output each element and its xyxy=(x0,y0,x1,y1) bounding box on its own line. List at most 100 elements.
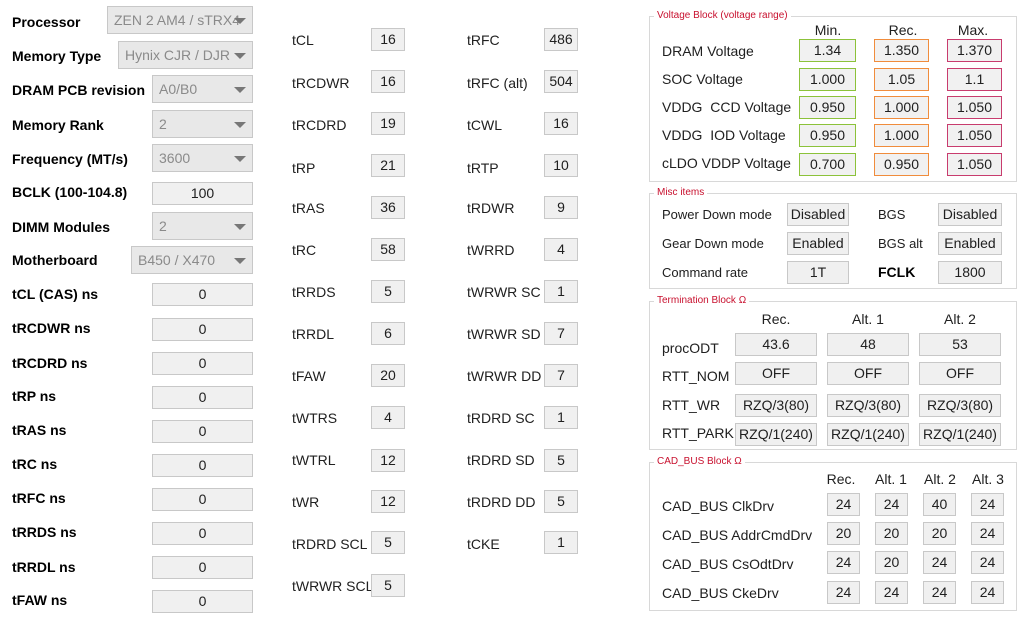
cadbus-ckedrv-alt3[interactable]: 24 xyxy=(971,581,1004,604)
twrwr-scl-input[interactable]: 5 xyxy=(371,574,405,597)
command-rate-value[interactable]: 1T xyxy=(787,261,849,284)
rtt-wr-alt2[interactable]: RZQ/3(80) xyxy=(919,394,1001,417)
bclk-input[interactable]: 100 xyxy=(152,182,253,205)
gear-down-value[interactable]: Enabled xyxy=(787,232,849,255)
tcke-input[interactable]: 1 xyxy=(544,531,578,554)
cadbus-ckedrv-alt2[interactable]: 24 xyxy=(923,581,956,604)
power-down-value[interactable]: Disabled xyxy=(787,203,849,226)
trtp-input[interactable]: 10 xyxy=(544,154,578,177)
rtt-wr-alt1[interactable]: RZQ/3(80) xyxy=(827,394,909,417)
rtt-park-alt2[interactable]: RZQ/1(240) xyxy=(919,423,1001,446)
bgs-value[interactable]: Disabled xyxy=(938,203,1002,226)
twr-input[interactable]: 12 xyxy=(371,490,405,513)
twtrl-input[interactable]: 12 xyxy=(371,449,405,472)
trdrd-sc-input[interactable]: 1 xyxy=(544,406,578,429)
cadbus-ckedrv-rec[interactable]: 24 xyxy=(827,581,860,604)
trdrd-sd-input[interactable]: 5 xyxy=(544,449,578,472)
trfc-label: tRFC xyxy=(467,32,500,48)
trc-input[interactable]: 58 xyxy=(371,238,405,261)
tcl-input[interactable]: 16 xyxy=(371,28,405,51)
twrwr-dd-input[interactable]: 7 xyxy=(544,364,578,387)
soc-voltage-rec[interactable]: 1.05 xyxy=(874,68,929,91)
trrds-ns-input[interactable]: 0 xyxy=(152,522,253,545)
cadbus-clkdrv-alt2[interactable]: 40 xyxy=(923,493,956,516)
trrdl-input[interactable]: 6 xyxy=(371,322,405,345)
cldo-vddp-voltage-rec[interactable]: 0.950 xyxy=(874,153,929,176)
trcdrd-input[interactable]: 19 xyxy=(371,112,405,135)
bgs-alt-value[interactable]: Enabled xyxy=(938,232,1002,255)
cadbus-clkdrv-alt3[interactable]: 24 xyxy=(971,493,1004,516)
cadbus-addrcmddrv-alt3[interactable]: 24 xyxy=(971,522,1004,545)
rtt-park-rec[interactable]: RZQ/1(240) xyxy=(735,423,817,446)
vddg-ccd-voltage-rec[interactable]: 1.000 xyxy=(874,96,929,119)
twtrs-input[interactable]: 4 xyxy=(371,406,405,429)
trfc-input[interactable]: 486 xyxy=(544,28,578,51)
rtt-nom-rec[interactable]: OFF xyxy=(735,362,817,385)
frequency-select[interactable]: 3600 xyxy=(152,144,253,172)
trrds-input[interactable]: 5 xyxy=(371,280,405,303)
procodt-alt1[interactable]: 48 xyxy=(827,333,909,356)
tfaw-label: tFAW xyxy=(292,368,326,384)
memory-rank-select[interactable]: 2 xyxy=(152,110,253,138)
vddg-ccd-voltage-max[interactable]: 1.050 xyxy=(947,96,1002,119)
cadbus-addrcmddrv-alt1[interactable]: 20 xyxy=(875,522,908,545)
trdrd-scl-input[interactable]: 5 xyxy=(371,531,405,554)
cldo-vddp-voltage-min[interactable]: 0.700 xyxy=(799,153,856,176)
motherboard-select[interactable]: B450 / X470 xyxy=(131,246,253,274)
soc-voltage-max[interactable]: 1.1 xyxy=(947,68,1002,91)
trc-ns-input[interactable]: 0 xyxy=(152,454,253,477)
rtt-nom-alt2[interactable]: OFF xyxy=(919,362,1001,385)
cadbus-addrcmddrv-rec[interactable]: 20 xyxy=(827,522,860,545)
memory-type-select[interactable]: Hynix CJR / DJR xyxy=(118,41,253,69)
pcb-revision-select[interactable]: A0/B0 xyxy=(152,75,253,103)
processor-select[interactable]: ZEN 2 AM4 / sTRX4 xyxy=(107,6,253,34)
trp-input[interactable]: 21 xyxy=(371,154,405,177)
trrdl-ns-input[interactable]: 0 xyxy=(152,556,253,579)
cadbus-ckedrv-alt1[interactable]: 24 xyxy=(875,581,908,604)
tfaw-input[interactable]: 20 xyxy=(371,364,405,387)
cldo-vddp-voltage-max[interactable]: 1.050 xyxy=(947,153,1002,176)
rtt-park-alt1[interactable]: RZQ/1(240) xyxy=(827,423,909,446)
cadbus-csodtdrv-rec[interactable]: 24 xyxy=(827,551,860,574)
tfaw-ns-input[interactable]: 0 xyxy=(152,590,253,613)
dimm-modules-select[interactable]: 2 xyxy=(152,212,253,240)
trcdrd-ns-input[interactable]: 0 xyxy=(152,352,253,375)
twrwr-sd-input[interactable]: 7 xyxy=(544,322,578,345)
cadbus-clkdrv-alt1[interactable]: 24 xyxy=(875,493,908,516)
cadbus-csodtdrv-alt1[interactable]: 20 xyxy=(875,551,908,574)
chevron-down-icon xyxy=(234,53,246,59)
trdrd-dd-input[interactable]: 5 xyxy=(544,490,578,513)
dram-voltage-min[interactable]: 1.34 xyxy=(799,39,856,62)
rtt-nom-alt1[interactable]: OFF xyxy=(827,362,909,385)
soc-voltage-min[interactable]: 1.000 xyxy=(799,68,856,91)
tcwl-input[interactable]: 16 xyxy=(544,112,578,135)
cadbus-addrcmddrv-alt2[interactable]: 20 xyxy=(923,522,956,545)
cadbus-header-alt1: Alt. 1 xyxy=(875,471,907,487)
rtt-wr-rec[interactable]: RZQ/3(80) xyxy=(735,394,817,417)
twr-label: tWR xyxy=(292,494,320,510)
tras-input[interactable]: 36 xyxy=(371,196,405,219)
dimm-modules-label: DIMM Modules xyxy=(12,219,110,235)
procodt-alt2[interactable]: 53 xyxy=(919,333,1001,356)
tcl-ns-input[interactable]: 0 xyxy=(152,283,253,306)
twrrd-input[interactable]: 4 xyxy=(544,238,578,261)
fclk-value[interactable]: 1800 xyxy=(938,261,1002,284)
dram-voltage-max[interactable]: 1.370 xyxy=(947,39,1002,62)
procodt-rec[interactable]: 43.6 xyxy=(735,333,817,356)
cadbus-clkdrv-rec[interactable]: 24 xyxy=(827,493,860,516)
vddg-iod-voltage-max[interactable]: 1.050 xyxy=(947,124,1002,147)
trcdwr-ns-input[interactable]: 0 xyxy=(152,318,253,341)
trdwr-input[interactable]: 9 xyxy=(544,196,578,219)
cadbus-csodtdrv-alt2[interactable]: 24 xyxy=(923,551,956,574)
vddg-iod-voltage-min[interactable]: 0.950 xyxy=(799,124,856,147)
twrwr-sc-input[interactable]: 1 xyxy=(544,280,578,303)
trfc-alt-input[interactable]: 504 xyxy=(544,70,578,93)
dram-voltage-rec[interactable]: 1.350 xyxy=(874,39,929,62)
trcdwr-input[interactable]: 16 xyxy=(371,70,405,93)
vddg-iod-voltage-rec[interactable]: 1.000 xyxy=(874,124,929,147)
cadbus-csodtdrv-alt3[interactable]: 24 xyxy=(971,551,1004,574)
tras-ns-input[interactable]: 0 xyxy=(152,420,253,443)
trp-ns-input[interactable]: 0 xyxy=(152,386,253,409)
trfc-ns-input[interactable]: 0 xyxy=(152,488,253,511)
vddg-ccd-voltage-min[interactable]: 0.950 xyxy=(799,96,856,119)
